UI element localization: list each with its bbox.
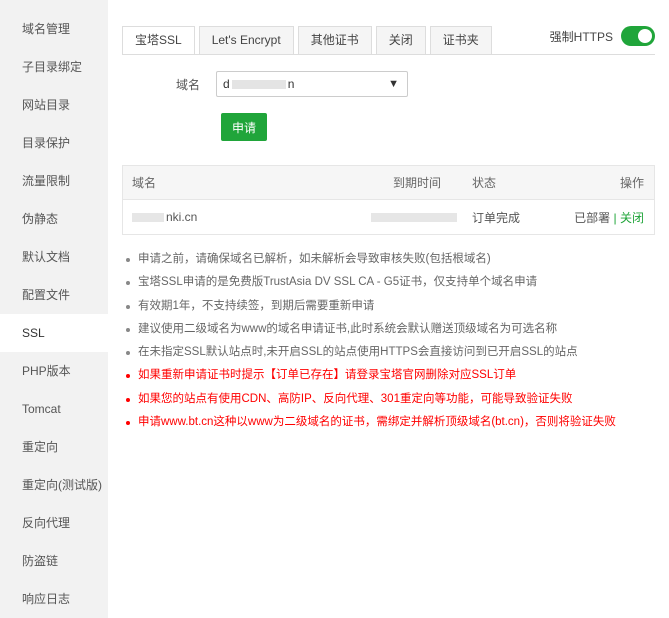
sidebar: 域名管理 子目录绑定 网站目录 目录保护 流量限制 伪静态 默认文档 配置文件 … [0,0,108,618]
table-header: 域名 到期时间 状态 操作 [123,166,654,200]
tabs-divider [122,54,655,55]
ssl-tabs: 宝塔SSL Let's Encrypt 其他证书 关闭 证书夹 [122,26,496,55]
tab-lets-encrypt[interactable]: Let's Encrypt [198,26,294,54]
header-action: 操作 [619,176,644,190]
redacted-text [132,213,164,223]
sidebar-item-domain-management[interactable]: 域名管理 [0,10,108,48]
table-row: nki.cn 订单完成 已部署 | 关闭 [123,200,654,234]
header-expire: 到期时间 [393,176,442,190]
tip-item: 在未指定SSL默认站点时,未开启SSL的站点使用HTTPS会直接访问到已开启SS… [124,341,659,364]
header-domain: 域名 [132,176,157,190]
apply-button[interactable]: 申请 [221,113,267,141]
sidebar-item-hotlink-protection[interactable]: 防盗链 [0,542,108,580]
sidebar-item-redirect-beta[interactable]: 重定向(测试版) [0,466,108,504]
domain-row: 域名 dn ▼ [176,71,408,97]
cell-status: 订单完成 [472,210,521,225]
chevron-down-icon: ▼ [388,78,399,90]
tip-item: 有效期1年，不支持续签，到期后需要重新申请 [124,295,659,318]
ssl-panel: 宝塔SSL Let's Encrypt 其他证书 关闭 证书夹 强制HTTPS … [108,0,669,618]
force-https-toggle[interactable] [621,26,655,46]
tip-item-warning: 如果您的站点有使用CDN、高防IP、反向代理、301重定向等功能，可能导致验证失… [124,388,659,411]
sidebar-item-site-directory[interactable]: 网站目录 [0,86,108,124]
toggle-knob [638,29,652,43]
force-https: 强制HTTPS [550,26,655,46]
sidebar-item-ssl[interactable]: SSL [0,314,108,352]
redacted-text [371,213,457,223]
tab-other-certs[interactable]: 其他证书 [297,26,372,54]
close-link[interactable]: 关闭 [620,211,644,225]
sidebar-item-traffic-limit[interactable]: 流量限制 [0,162,108,200]
sidebar-item-subdir-binding[interactable]: 子目录绑定 [0,48,108,86]
tip-item: 申请之前，请确保域名已解析，如未解析会导致审核失败(包括根域名) [124,248,659,271]
force-https-label: 强制HTTPS [549,29,613,44]
cell-domain: nki.cn [132,210,197,224]
cert-table: 域名 到期时间 状态 操作 nki.cn 订单完成 已部署 | 关闭 [122,165,655,235]
tip-item-warning: 如果重新申请证书时提示【订单已存在】请登录宝塔官网删除对应SSL订单 [124,364,659,387]
header-status: 状态 [472,176,497,190]
tab-close[interactable]: 关闭 [375,26,426,54]
cell-actions: 已部署 | 关闭 [574,209,644,226]
sidebar-item-php-version[interactable]: PHP版本 [0,352,108,390]
sidebar-item-config-file[interactable]: 配置文件 [0,276,108,314]
domain-select-value: dn [223,77,295,91]
tip-item-warning: 申请www.bt.cn这种以www为二级域名的证书，需绑定并解析顶级域名(bt.… [124,411,659,434]
tips-list: 申请之前，请确保域名已解析，如未解析会导致审核失败(包括根域名) 宝塔SSL申请… [124,248,659,434]
redacted-text [231,80,286,90]
cell-expire [371,210,457,224]
sidebar-item-rewrite[interactable]: 伪静态 [0,200,108,238]
tab-cert-folder[interactable]: 证书夹 [429,26,492,54]
domain-label: 域名 [176,77,201,92]
sidebar-item-tomcat[interactable]: Tomcat [0,390,108,428]
tip-item: 宝塔SSL申请的是免费版TrustAsia DV SSL CA - G5证书，仅… [124,271,659,294]
deployed-label: 已部署 [574,210,611,225]
domain-select[interactable]: dn ▼ [216,71,408,97]
sidebar-item-redirect[interactable]: 重定向 [0,428,108,466]
action-separator: | [613,210,617,225]
tip-item: 建议使用二级域名为www的域名申请证书,此时系统会默认赠送顶级域名为可选名称 [124,318,659,341]
tab-bt-ssl[interactable]: 宝塔SSL [122,26,195,55]
sidebar-item-reverse-proxy[interactable]: 反向代理 [0,504,108,542]
sidebar-item-response-log[interactable]: 响应日志 [0,580,108,618]
sidebar-item-dir-protection[interactable]: 目录保护 [0,124,108,162]
sidebar-item-default-doc[interactable]: 默认文档 [0,238,108,276]
